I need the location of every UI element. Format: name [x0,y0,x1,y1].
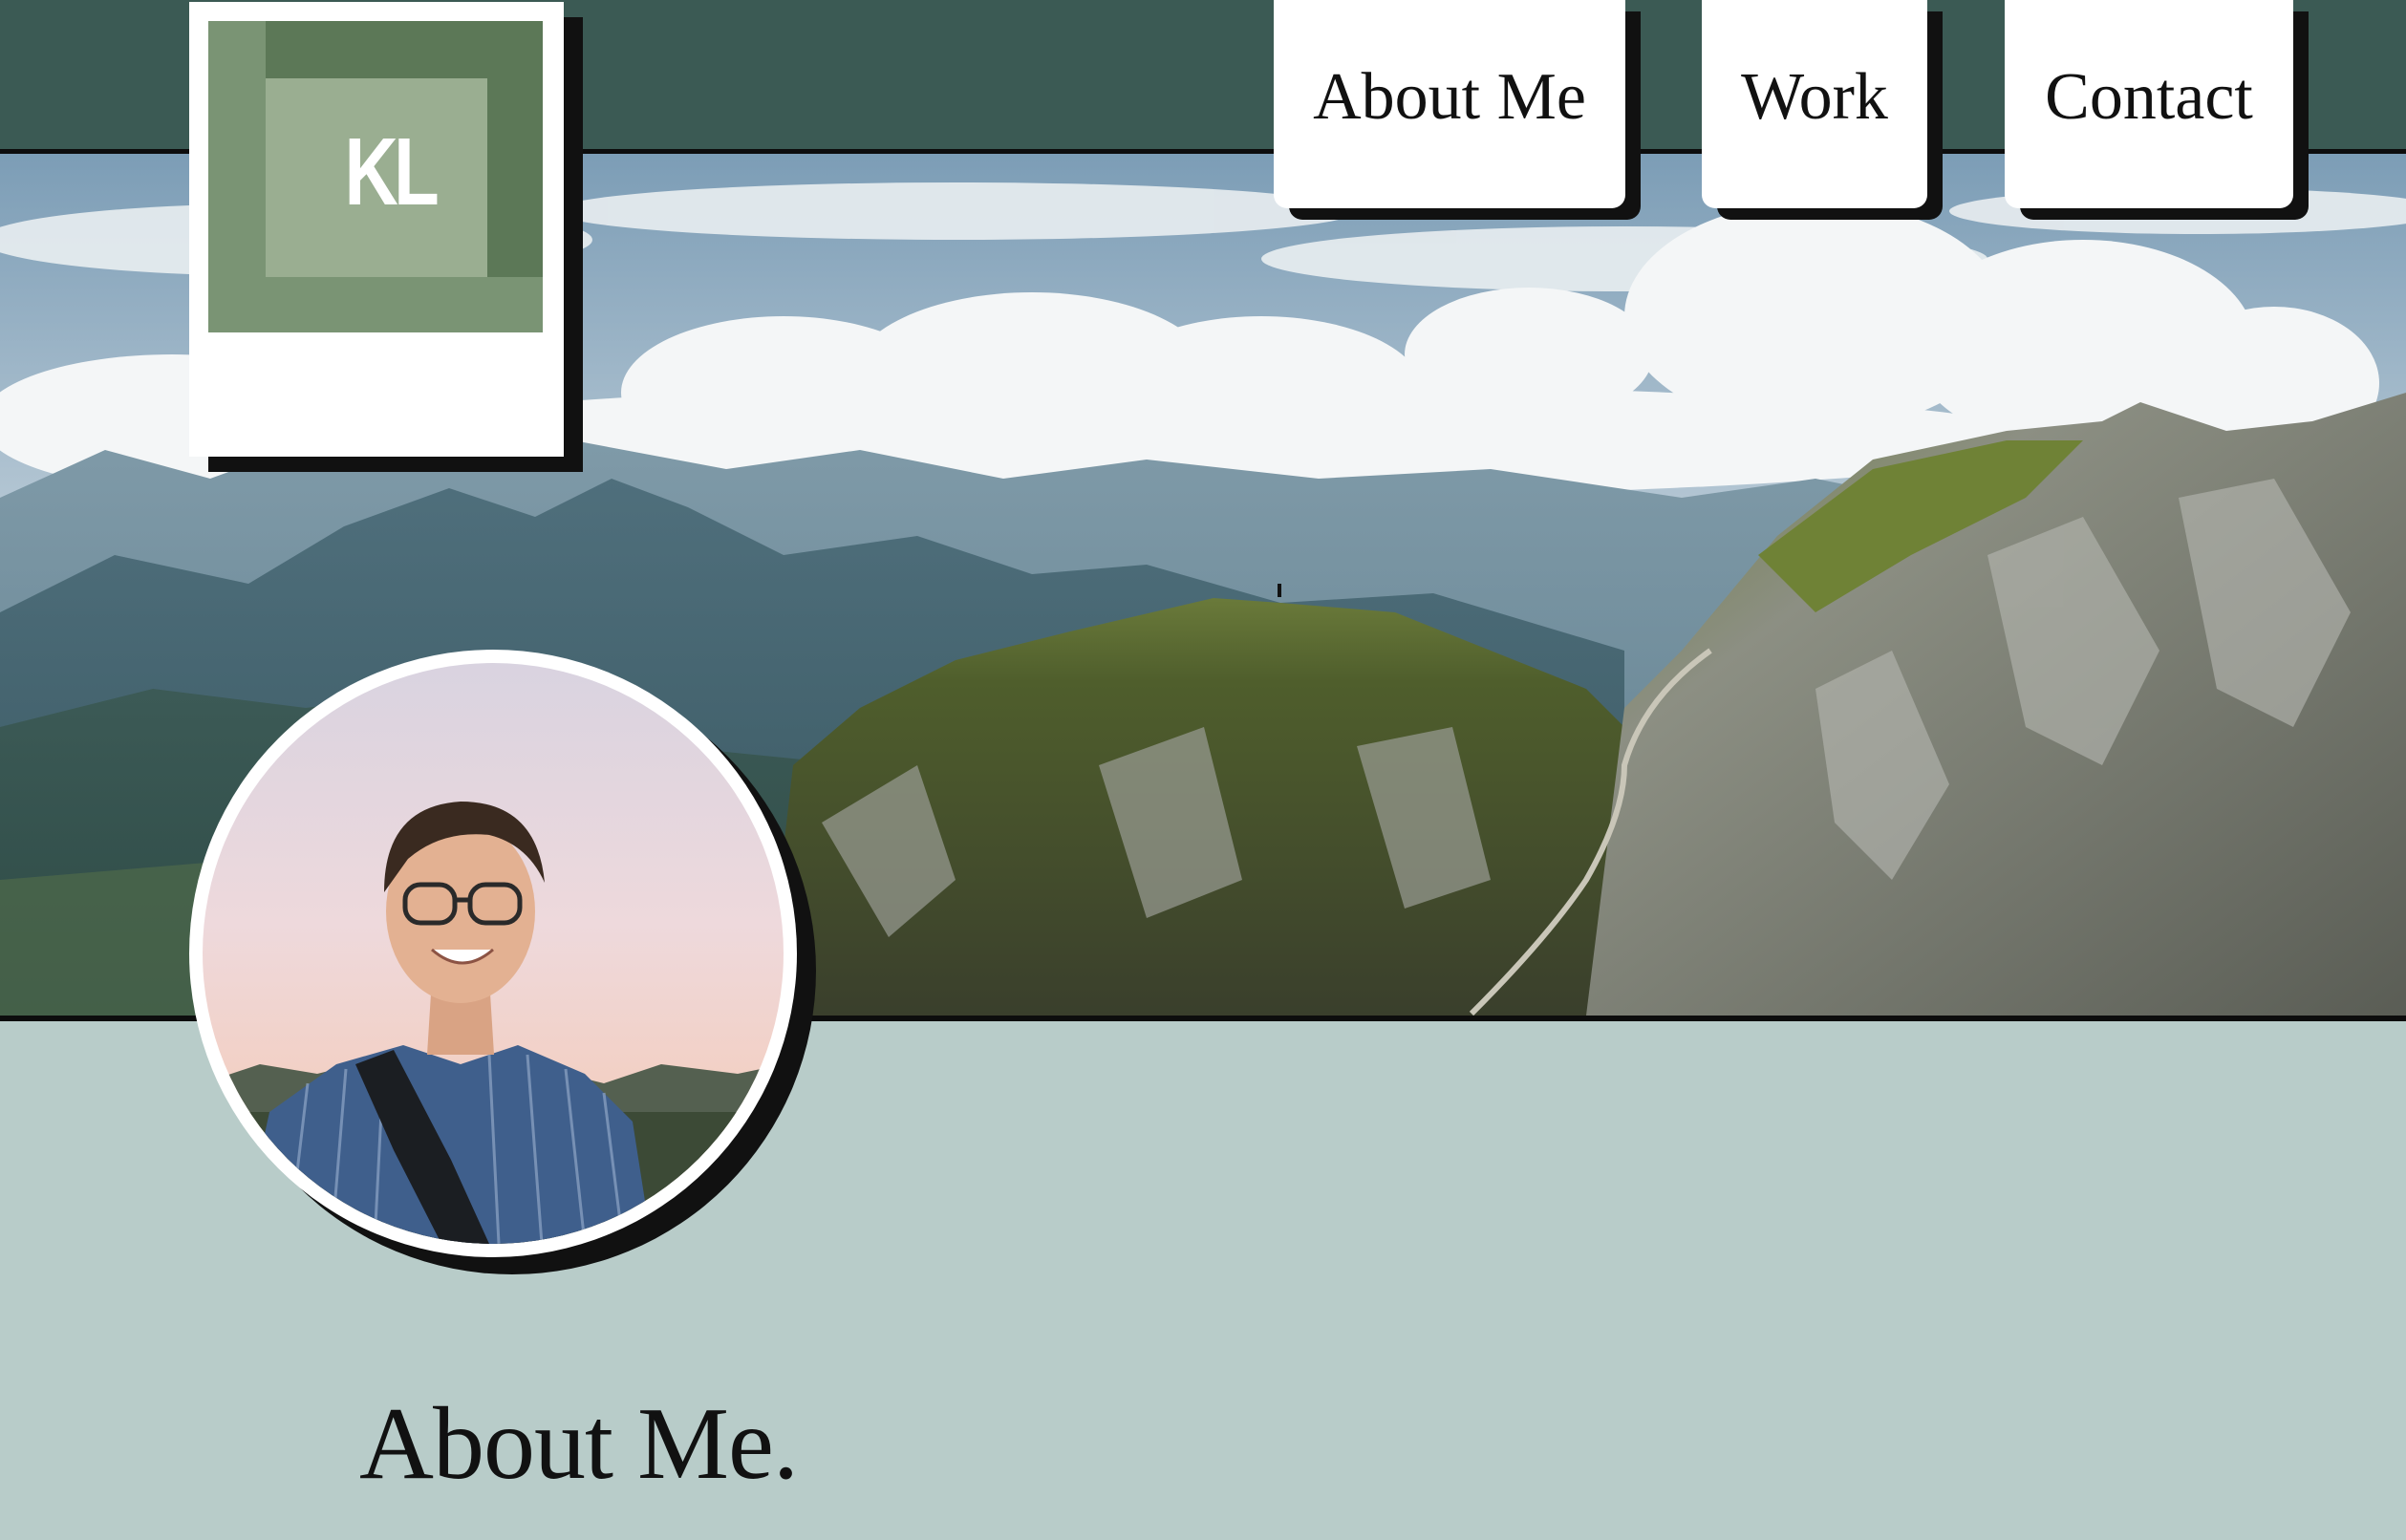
profile-photo [203,663,784,1244]
nav-about-me-button[interactable]: About Me [1274,0,1625,208]
section-title: About Me. [359,1387,799,1501]
page: KL About Me Work Contact About Me. [0,0,2406,1540]
logo-initials: KL [344,118,440,225]
nav-work-button[interactable]: Work [1702,0,1927,208]
logo-mark: KL [208,21,543,332]
logo[interactable]: KL [189,2,564,457]
nav-contact-button[interactable]: Contact [2005,0,2293,208]
profile-avatar [189,650,797,1257]
